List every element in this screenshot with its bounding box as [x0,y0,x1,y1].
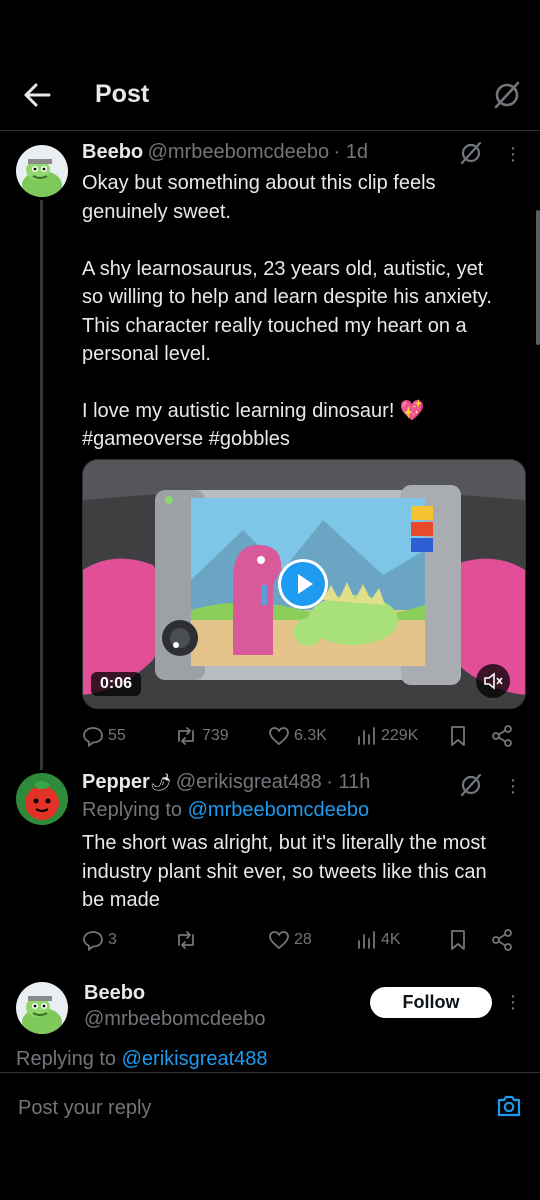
back-arrow-icon[interactable] [22,82,52,108]
play-icon [281,562,325,606]
more-options-icon[interactable]: · · · [508,770,518,802]
camera-icon[interactable] [495,1092,523,1120]
more-options-icon[interactable]: · · · [508,138,518,170]
bookmark-icon[interactable] [448,928,468,952]
post-actions: 3 28 4K [82,927,522,953]
repost-icon [178,727,194,745]
bookmark-icon[interactable] [448,724,468,748]
grok-icon[interactable] [459,773,483,797]
author-name[interactable]: Beebo [84,982,145,1005]
views-button[interactable]: 4K [355,929,401,951]
replying-to-handle[interactable]: @mrbeebomcdeebo [188,799,370,821]
author-handle[interactable]: @mrbeebomcdeebo [148,141,330,163]
mute-button[interactable] [476,664,510,698]
chili-emoji: 🌶 [149,773,172,792]
like-button[interactable]: 28 [268,929,312,951]
share-icon[interactable] [490,928,514,952]
video-duration-badge: 0:06 [91,672,142,696]
replying-to-handle[interactable]: @erikisgreat488 [122,1048,268,1070]
views-chart-icon [358,727,375,745]
post-hashtags[interactable]: #gameoverse #gobbles [82,425,290,454]
grok-icon[interactable] [459,141,483,165]
scrollbar-thumb[interactable] [536,210,540,345]
avatar[interactable] [16,982,68,1034]
author-handle[interactable]: @erikisgreat488 [176,771,322,793]
thread-line [40,200,43,770]
top-app-bar: Post [0,60,540,131]
like-count: 6.3K [294,727,327,744]
follow-button[interactable]: Follow [370,987,492,1018]
post-text: The short was alright, but it's literall… [82,832,487,911]
like-button[interactable]: 6.3K [268,725,327,747]
reply-icon [83,727,103,747]
repost-button[interactable] [174,929,202,951]
author-name[interactable]: Beebo [82,141,143,163]
reply-input[interactable] [16,1093,460,1123]
page-title: Post [95,80,150,108]
heart-icon [269,931,289,950]
reply-composer [0,1072,540,1141]
views-button[interactable]: 229K [355,725,418,747]
more-options-icon[interactable]: · · · [508,986,518,1018]
repost-button[interactable]: 739 [174,725,229,747]
heart-icon [269,727,289,746]
reply-post-header: Pepper🌶 @erikisgreat488 · 11h [82,771,370,794]
video-player[interactable]: 0:06 [82,459,526,709]
view-count: 229K [381,727,419,744]
avatar[interactable] [16,145,68,197]
like-count: 28 [294,931,312,948]
replying-to: Replying to @mrbeebomcdeebo [82,799,370,821]
post-time: · 11h [326,771,371,793]
play-button[interactable] [278,559,328,609]
author-handle[interactable]: @mrbeebomcdeebo [84,1008,266,1031]
author-name[interactable]: Pepper [82,771,150,793]
reply-count: 3 [108,931,117,948]
avatar[interactable] [16,773,68,825]
reply-button[interactable]: 3 [82,929,117,951]
reply-button[interactable]: 55 [82,725,126,747]
repost-count: 739 [202,727,229,744]
replying-to: Replying to @erikisgreat488 [16,1048,268,1070]
reply-icon [83,931,103,951]
share-icon[interactable] [490,724,514,748]
post-text: Okay but something about this clip feels… [82,172,492,422]
views-chart-icon [358,931,375,949]
grok-icon[interactable] [492,80,522,110]
repost-icon [178,931,194,949]
muted-speaker-icon [484,672,503,690]
video-duration: 0:06 [100,675,133,692]
reply-count: 55 [108,727,126,744]
post-header: Beebo @mrbeebomcdeebo · 1d [82,141,368,164]
post-time: · 1d [333,141,369,163]
post-actions: 55 739 6.3K 229K [82,723,522,749]
view-count: 4K [381,931,401,948]
